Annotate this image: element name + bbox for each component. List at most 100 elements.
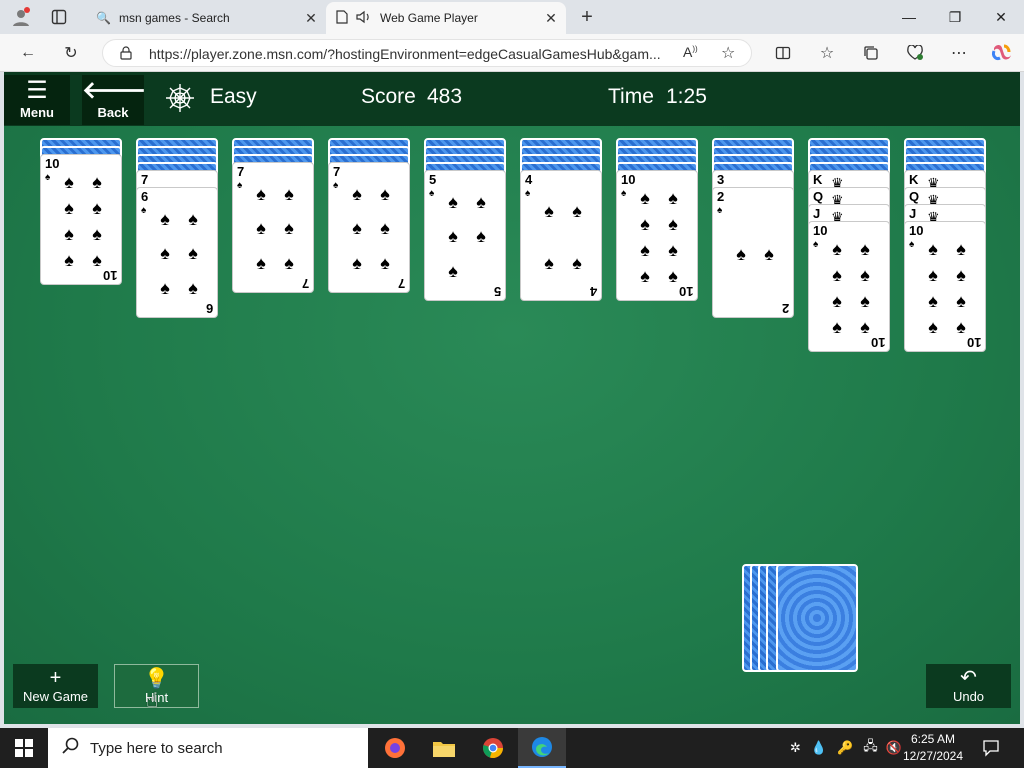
spade-icon: ♠ xyxy=(92,171,102,192)
new-tab-icon[interactable]: + xyxy=(576,6,598,28)
spade-icon: ♠ xyxy=(64,223,74,244)
spade-icon: ♠ xyxy=(956,316,966,337)
taskbar-clock[interactable]: 6:25 AM 12/27/2024 xyxy=(902,731,964,765)
back-label: Back xyxy=(97,105,129,120)
back-arrow-icon: 🡐 xyxy=(82,77,147,104)
spade-icon: ♠ xyxy=(160,278,170,299)
card-face[interactable]: 6 ♠ 6 ♠ ♠ ♠ ♠ ♠ ♠ xyxy=(136,187,218,318)
file-explorer-icon[interactable] xyxy=(420,728,468,768)
notification-icon[interactable] xyxy=(982,728,1000,768)
spade-icon: ♠ xyxy=(284,218,294,239)
network-apps-icon[interactable]: ✲ xyxy=(790,740,801,756)
hand-cursor-icon: ☝ xyxy=(146,690,159,712)
firefox-icon[interactable] xyxy=(371,728,419,768)
card-face[interactable]: 4 ♠ 4 ♠ ♠ ♠ ♠ xyxy=(520,170,602,301)
more-options-icon[interactable]: ⋯ xyxy=(946,41,972,65)
spade-icon: ♠ xyxy=(956,290,966,311)
stock-pile[interactable] xyxy=(742,564,862,674)
taskbar-search[interactable]: Type here to search xyxy=(48,728,368,768)
card-rank: 4 ♠ xyxy=(525,172,533,200)
performance-icon[interactable] xyxy=(902,41,928,65)
split-screen-icon[interactable] xyxy=(770,41,796,65)
card-face[interactable]: 5 ♠ 5 ♠ ♠ ♠ ♠ ♠ xyxy=(424,170,506,301)
back-button[interactable]: 🡐 Back xyxy=(82,75,147,125)
spade-icon: ♠ xyxy=(476,191,486,212)
card-face[interactable]: 10 ♠ 10 ♠ ♠ ♠ ♠ ♠ ♠ ♠ ♠ xyxy=(40,154,122,285)
refresh-icon[interactable]: ↻ xyxy=(58,41,84,65)
spade-icon: ♠ xyxy=(64,249,74,270)
spade-icon: ♠ xyxy=(188,243,198,264)
card-rank: J xyxy=(813,206,821,221)
favorites-icon[interactable]: ☆ xyxy=(814,41,840,65)
spade-icon: ♠ xyxy=(256,183,266,204)
spade-pips: ♠ ♠ ♠ ♠ ♠ xyxy=(439,185,495,289)
taskbar: Type here to search ✲ 💧 🔑 🖧 🔇 6:25 AM 12… xyxy=(0,728,1024,768)
speaker-icon[interactable] xyxy=(356,10,372,27)
address-bar[interactable]: https://player.zone.msn.com/?hostingEnvi… xyxy=(102,39,752,67)
spade-icon: ♠ xyxy=(860,316,870,337)
lightbulb-icon: 💡 xyxy=(144,668,169,690)
tab-actions-icon[interactable] xyxy=(48,6,70,28)
spade-icon: ♠ xyxy=(64,197,74,218)
search-placeholder: Type here to search xyxy=(90,739,223,757)
card-face[interactable]: 7 ♠ 7 ♠ ♠ ♠ ♠ ♠ ♠ xyxy=(232,162,314,293)
card-face[interactable]: 10 ♠ 10 ♠ ♠ ♠ ♠ ♠ ♠ ♠ ♠ xyxy=(808,221,890,352)
card-rank: 7 ♠ xyxy=(333,164,341,192)
search-key-icon[interactable]: 🔑 xyxy=(837,740,853,756)
close-tab-icon[interactable]: ✕ xyxy=(540,10,562,27)
spade-pips: ♠ ♠ ♠ ♠ ♠ ♠ ♠ ♠ xyxy=(919,236,975,340)
spade-icon: ♠ xyxy=(928,316,938,337)
card-face[interactable]: 10 ♠ 10 ♠ ♠ ♠ ♠ ♠ ♠ ♠ ♠ xyxy=(904,221,986,352)
back-arrow-icon[interactable]: ← xyxy=(15,41,41,65)
card-face[interactable]: 2 ♠ 2 ♠ ♠ xyxy=(712,187,794,318)
spade-pips: ♠ ♠ ♠ ♠ ♠ ♠ ♠ ♠ xyxy=(55,169,111,273)
tab-msn-games-search[interactable]: 🔍 msn games - Search ✕ xyxy=(86,2,326,34)
close-tab-icon[interactable]: ✕ xyxy=(300,10,322,27)
spade-pips: ♠ ♠ xyxy=(727,202,783,306)
new-game-button[interactable]: + New Game xyxy=(13,664,98,708)
card-face[interactable]: 10 ♠ 10 ♠ ♠ ♠ ♠ ♠ ♠ ♠ ♠ xyxy=(616,170,698,301)
volume-muted-icon[interactable]: 🔇 xyxy=(886,740,902,756)
minimize-icon[interactable]: — xyxy=(886,0,932,34)
spade-icon: ♠ xyxy=(544,200,554,221)
card-rank: Q xyxy=(813,189,824,204)
undo-button[interactable]: ↶ Undo xyxy=(926,664,1011,708)
spade-pips: ♠ ♠ ♠ ♠ xyxy=(535,185,591,289)
chrome-icon[interactable] xyxy=(469,728,517,768)
profile-icon[interactable] xyxy=(10,6,32,28)
spade-icon: ♠ xyxy=(64,171,74,192)
spade-icon: ♠ xyxy=(668,239,678,260)
spade-icon: ♠ xyxy=(352,218,362,239)
copilot-icon[interactable] xyxy=(988,41,1014,65)
tab-title: msn games - Search xyxy=(118,11,230,25)
spade-icon: ♠ xyxy=(832,290,842,311)
close-window-icon[interactable]: ✕ xyxy=(978,0,1024,34)
menu-button[interactable]: ☰ Menu xyxy=(4,75,70,125)
spade-icon: ♠ xyxy=(256,218,266,239)
tab-web-game-player[interactable]: Web Game Player ✕ xyxy=(326,2,566,34)
edge-icon[interactable] xyxy=(518,728,566,768)
spade-icon: ♠ xyxy=(640,265,650,286)
spade-icon: ♠ xyxy=(668,187,678,208)
spade-icon: ♠ xyxy=(380,183,390,204)
card-face[interactable]: 7 ♠ 7 ♠ ♠ ♠ ♠ ♠ ♠ xyxy=(328,162,410,293)
favorite-star-icon[interactable]: ☆ xyxy=(721,43,735,63)
url-text: https://player.zone.msn.com/?hostingEnvi… xyxy=(149,46,661,62)
windows-start-icon[interactable] xyxy=(0,728,48,768)
lock-icon[interactable] xyxy=(119,46,133,65)
card-rank: K xyxy=(909,172,919,187)
undo-icon: ↶ xyxy=(960,667,977,689)
read-aloud-icon[interactable]: A)) xyxy=(683,44,698,60)
spade-icon: ♠ xyxy=(832,238,842,259)
restore-icon[interactable]: ❐ xyxy=(932,0,978,34)
spade-icon: ♠ xyxy=(572,200,582,221)
droplet-icon[interactable]: 💧 xyxy=(811,740,827,756)
spade-icon: ♠ xyxy=(640,239,650,260)
clock-date: 12/27/2024 xyxy=(902,749,964,763)
spade-icon: ♠ xyxy=(476,226,486,247)
card-rank: J xyxy=(909,206,917,221)
collections-icon[interactable] xyxy=(858,41,884,65)
network-icon[interactable]: 🖧 xyxy=(863,737,878,759)
score-label: Score xyxy=(361,85,416,108)
spade-pips: ♠ ♠ ♠ ♠ ♠ ♠ ♠ ♠ xyxy=(631,185,687,289)
